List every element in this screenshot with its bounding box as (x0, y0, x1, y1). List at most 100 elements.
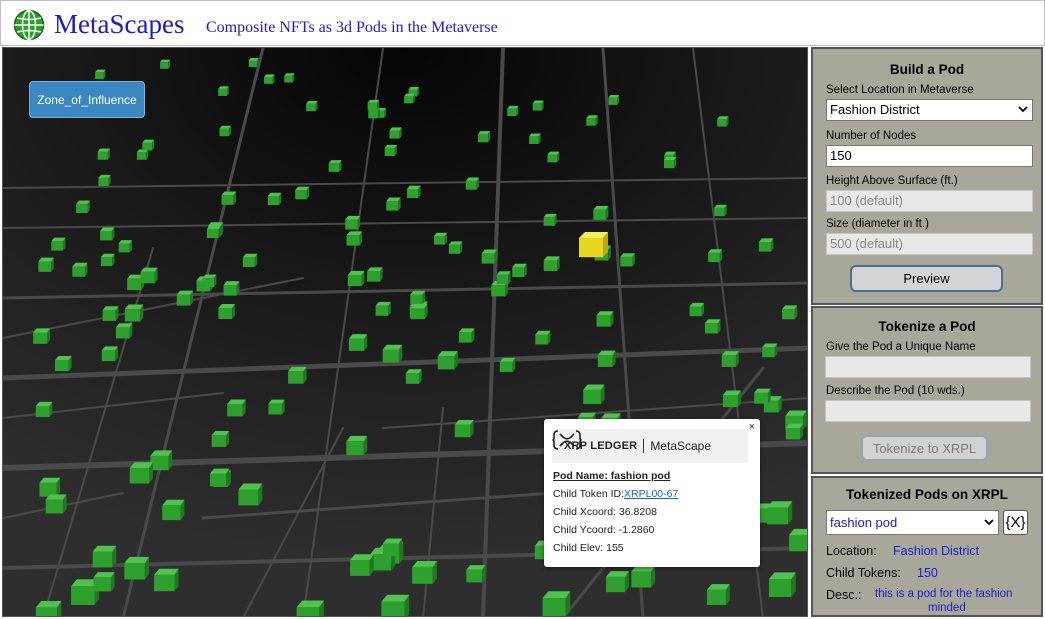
height-input[interactable]: 100 (default) (826, 190, 1033, 212)
pod-node[interactable] (328, 160, 342, 172)
pod-node[interactable] (124, 304, 144, 322)
pod-node[interactable] (620, 253, 635, 267)
pod-node[interactable] (663, 157, 677, 169)
pod-node[interactable] (708, 249, 723, 263)
pod-node[interactable] (221, 191, 237, 205)
pod-node[interactable] (296, 600, 324, 617)
size-input[interactable]: 500 (default) (826, 233, 1033, 255)
pod-node[interactable] (410, 290, 426, 305)
pod-node[interactable] (118, 240, 132, 253)
pod-node[interactable] (211, 430, 230, 447)
pod-node[interactable] (722, 390, 741, 408)
pod-node[interactable] (295, 186, 310, 200)
pod-node[interactable] (162, 499, 185, 521)
pod-node[interactable] (51, 237, 66, 251)
pod-node[interactable] (496, 271, 511, 284)
pod-node[interactable] (227, 399, 246, 417)
pod-node[interactable] (543, 256, 560, 271)
pod-node[interactable] (782, 305, 798, 320)
pod-node[interactable] (717, 116, 729, 127)
location-select[interactable]: Fashion District (826, 99, 1033, 121)
pod-node[interactable] (547, 151, 560, 163)
pod-node[interactable] (100, 227, 115, 241)
pod-node[interactable] (465, 177, 479, 190)
pod-node[interactable] (238, 483, 263, 506)
pod-node[interactable] (384, 144, 397, 157)
pod-node[interactable] (219, 125, 231, 137)
pod-node[interactable] (284, 73, 295, 83)
pod-node[interactable] (583, 384, 605, 405)
pod-node[interactable] (206, 225, 221, 239)
pod-node[interactable] (72, 262, 88, 277)
pod-node[interactable] (382, 344, 403, 363)
metaverse-map[interactable]: Zone_of_Influence × XRP LEDGER MetaScape… (2, 47, 808, 617)
pod-node[interactable] (367, 267, 383, 282)
pod-node[interactable] (458, 328, 475, 343)
pod-node[interactable] (267, 192, 282, 206)
pod-node[interactable] (209, 468, 230, 487)
pod-node[interactable] (704, 319, 721, 334)
pod-node[interactable] (499, 357, 516, 372)
pod-node[interactable] (507, 105, 519, 117)
pod-node[interactable] (406, 185, 421, 199)
zone-of-influence-button[interactable]: Zone_of_Influence (29, 81, 145, 118)
pod-node[interactable] (346, 435, 368, 456)
pod-node[interactable] (268, 399, 285, 415)
pod-node[interactable] (115, 323, 133, 339)
pod-node[interactable] (477, 131, 491, 143)
pod-node[interactable] (346, 231, 363, 246)
pod-node[interactable] (631, 565, 656, 588)
pod-node[interactable] (785, 423, 804, 440)
pod-node[interactable] (389, 127, 402, 139)
pod-node[interactable] (150, 450, 173, 471)
pod-node[interactable] (101, 346, 118, 362)
pod-node[interactable] (129, 462, 153, 484)
pod-node[interactable] (529, 133, 541, 144)
pod-node[interactable] (39, 477, 61, 497)
pod-node[interactable] (454, 420, 474, 438)
pod-node[interactable] (448, 241, 463, 254)
pod-node[interactable] (605, 571, 629, 593)
pod-node[interactable] (160, 59, 171, 69)
pod-node[interactable] (542, 591, 571, 616)
pod-node[interactable] (721, 351, 739, 367)
nodes-input[interactable]: 150 (826, 145, 1033, 167)
pod-node[interactable] (218, 303, 235, 320)
pod-node[interactable] (689, 302, 705, 317)
pod-node[interactable] (35, 401, 53, 417)
pod-node[interactable] (481, 249, 498, 264)
pod-node[interactable] (762, 343, 778, 358)
pod-node[interactable] (404, 93, 415, 104)
pod-node[interactable] (202, 274, 217, 288)
pod-node[interactable] (45, 494, 67, 514)
pod-node[interactable] (93, 572, 115, 592)
pod-node[interactable] (248, 58, 259, 68)
pod-node[interactable] (100, 253, 115, 267)
pod-node[interactable] (97, 148, 110, 160)
pod-node[interactable] (382, 538, 403, 557)
selected-pod-node[interactable] (579, 232, 608, 258)
pod-node[interactable] (543, 213, 557, 226)
tokenized-pod-select[interactable]: fashion pod (826, 510, 999, 535)
pod-node[interactable] (789, 528, 808, 552)
pod-node[interactable] (381, 594, 410, 617)
pod-node[interactable] (35, 601, 62, 617)
pod-node[interactable] (466, 565, 486, 583)
pod-node[interactable] (136, 149, 149, 160)
pod-node[interactable] (707, 584, 730, 605)
pod-node[interactable] (348, 334, 368, 351)
pod-node[interactable] (242, 253, 258, 267)
pod-node[interactable] (347, 270, 365, 287)
pod-node[interactable] (95, 69, 106, 79)
pod-node[interactable] (512, 263, 527, 278)
pod-node[interactable] (386, 197, 401, 211)
pod-node[interactable] (350, 554, 374, 576)
pod-node[interactable] (758, 238, 774, 252)
pod-node[interactable] (306, 100, 318, 112)
pod-node[interactable] (33, 328, 50, 344)
pod-node[interactable] (345, 215, 361, 230)
pod-node[interactable] (768, 572, 796, 598)
pod-node[interactable] (532, 100, 544, 111)
pod-node[interactable] (38, 257, 54, 272)
pod-node[interactable] (754, 388, 771, 404)
